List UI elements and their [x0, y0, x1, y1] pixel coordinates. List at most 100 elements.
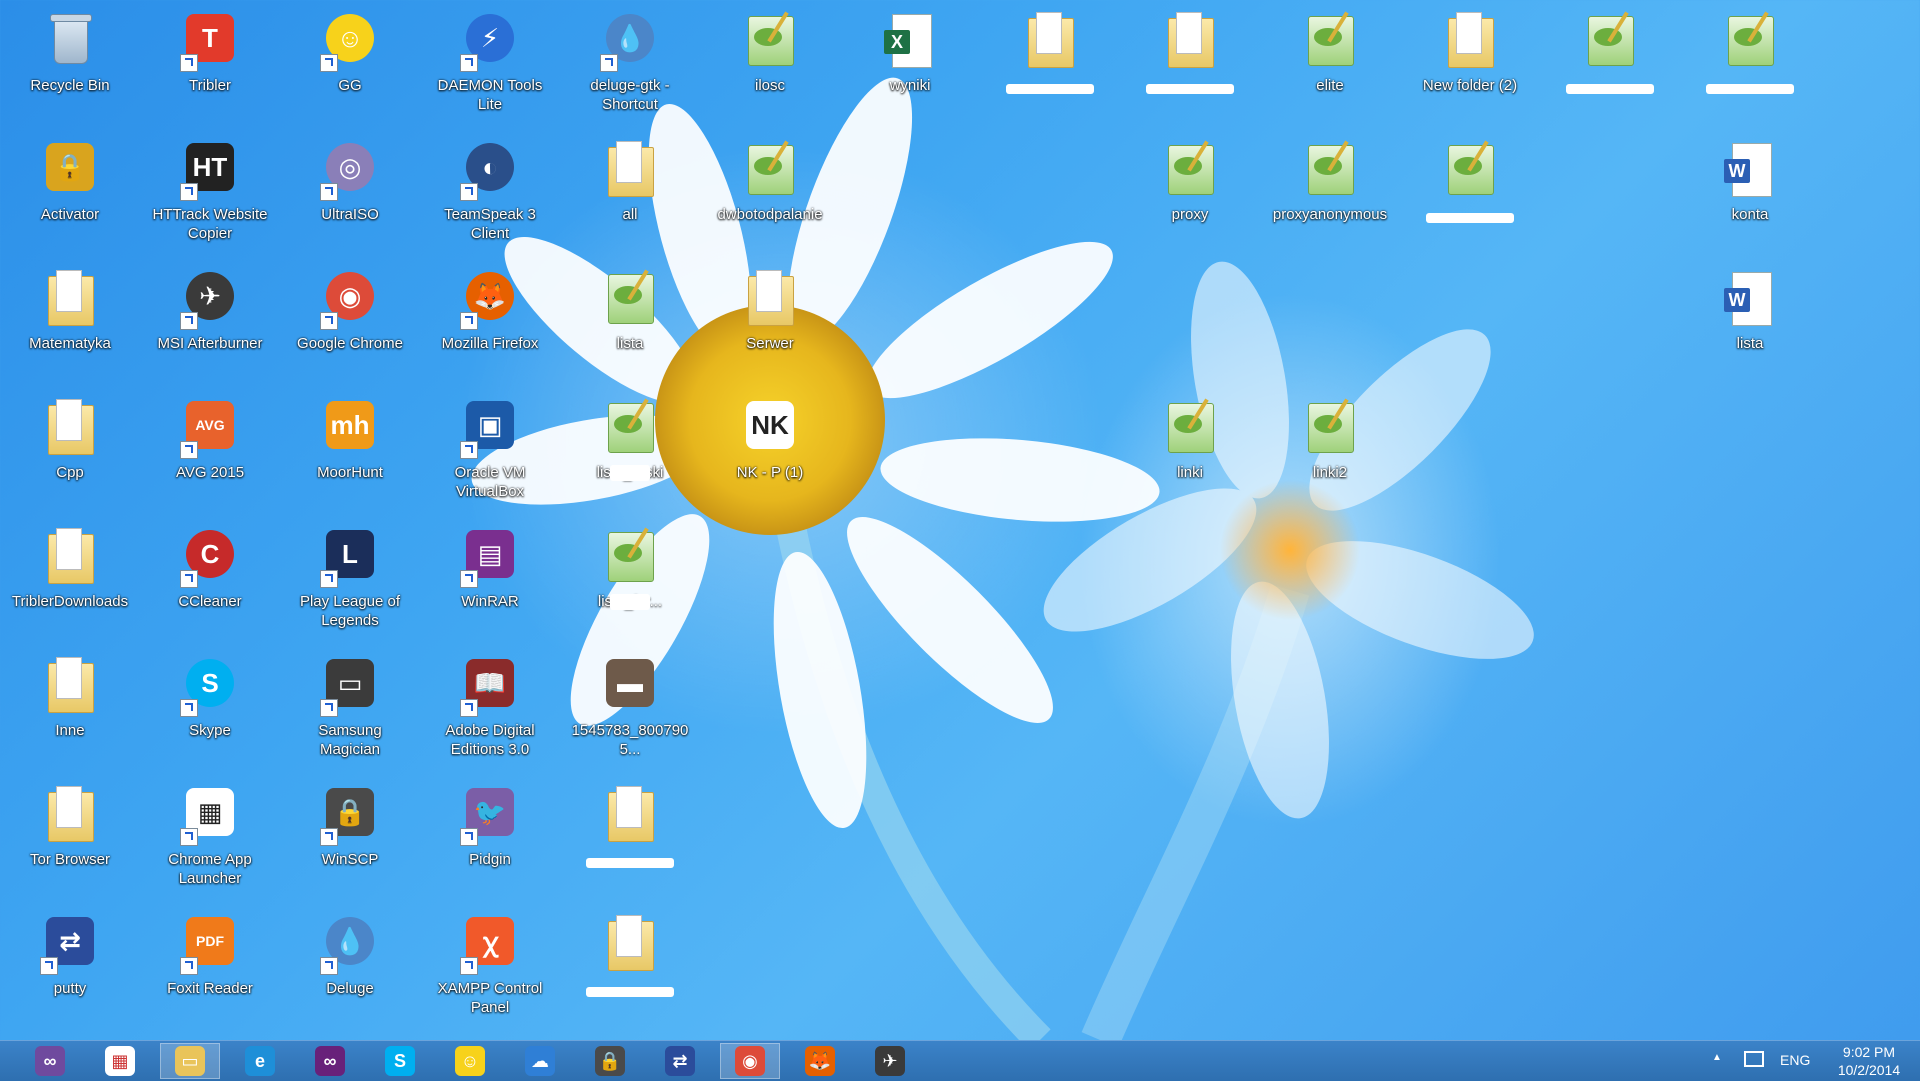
desktop-icon-activator[interactable]: 🔒 Activator	[8, 131, 132, 251]
desktop-icon-gg[interactable]: ☺ GG	[288, 2, 412, 122]
desktop-icon-deluge-gtk[interactable]: 💧 deluge-gtk - Shortcut	[568, 2, 692, 122]
desktop-icon-linki2[interactable]: linki2	[1268, 389, 1392, 509]
desktop-icon-folder-redacted-3[interactable]	[568, 776, 692, 896]
desktop-icon-msi-afterburner[interactable]: ✈ MSI Afterburner	[148, 260, 272, 380]
desktop-icon-label: Skype	[189, 722, 231, 739]
taskbar-button-file-explorer[interactable]: ▭	[160, 1043, 220, 1079]
ccleaner-icon: C	[178, 524, 242, 588]
desktop-icon-xampp[interactable]: ꭓ XAMPP Control Panel	[428, 905, 552, 1025]
taskbar-button-putty[interactable]: ⇄	[650, 1043, 710, 1079]
desktop-icon-winscp[interactable]: 🔒 WinSCP	[288, 776, 412, 896]
desktop-icon-daemon-tools[interactable]: ⚡ DAEMON Tools Lite	[428, 2, 552, 122]
desktop-icon-folder-redacted-4[interactable]	[568, 905, 692, 1025]
desktop-icon-foxit[interactable]: PDF Foxit Reader	[148, 905, 272, 1025]
desktop-icon-recycle-bin[interactable]: Recycle Bin	[8, 2, 132, 122]
desktop-icon-cpp[interactable]: Cpp	[8, 389, 132, 509]
taskbar-button-app-launcher[interactable]: ▦	[90, 1043, 150, 1079]
desktop-icon-adobe-de[interactable]: 📖 Adobe Digital Editions 3.0	[428, 647, 552, 767]
desktop-icon-lista-ruski[interactable]: lista_ruski	[568, 389, 692, 509]
taskbar-button-chrome[interactable]: ◉	[720, 1043, 780, 1079]
desktop-icon-label: lista	[616, 335, 644, 352]
httrack-icon: HT	[178, 137, 242, 201]
folder-icon	[1438, 8, 1502, 72]
taskbar-button-visual-studio-old[interactable]: ∞	[20, 1043, 80, 1079]
desktop-icon-konta[interactable]: Wkonta	[1688, 131, 1812, 251]
desktop-icon-virtualbox[interactable]: ▣ Oracle VM VirtualBox	[428, 389, 552, 509]
excel-spreadsheet-icon: X	[878, 8, 942, 72]
desktop-icon-serwer[interactable]: Serwer	[708, 260, 832, 380]
pidgin-icon: 🐦	[458, 782, 522, 846]
clock-date[interactable]: 10/2/2014	[1826, 1062, 1912, 1078]
desktop-icon-dwbotodpalanie[interactable]: dwbotodpalanie	[708, 131, 832, 251]
desktop-icon-league[interactable]: L Play League of Legends	[288, 518, 412, 638]
desktop-icon-inne[interactable]: Inne	[8, 647, 132, 767]
desktop-icon-np-redacted-3[interactable]	[1408, 131, 1532, 251]
taskbar-button-firefox[interactable]: 🦊	[790, 1043, 850, 1079]
desktop-icon-triblerdownloads[interactable]: TriblerDownloads	[8, 518, 132, 638]
desktop-icon-ilosc[interactable]: ilosc	[708, 2, 832, 122]
desktop-icon-proxyanonymous[interactable]: proxyanonymous	[1268, 131, 1392, 251]
desktop-icon-linki[interactable]: linki	[1128, 389, 1252, 509]
taskbar-button-visual-studio[interactable]: ∞	[300, 1043, 360, 1079]
desktop-icon-img-1545783[interactable]: ▬ 1545783_8007905...	[568, 647, 692, 767]
desktop-icon-lista-word[interactable]: Wlista	[1688, 260, 1812, 380]
desktop-icon-ccleaner[interactable]: C CCleaner	[148, 518, 272, 638]
desktop-icon-winrar[interactable]: ▤ WinRAR	[428, 518, 552, 638]
moorhunt-icon: mh	[318, 395, 382, 459]
taskbar-button-internet-explorer[interactable]: e	[230, 1043, 290, 1079]
desktop-icon-teamspeak[interactable]: ◐ TeamSpeak 3 Client	[428, 131, 552, 251]
desktop-icon-label: XAMPP Control Panel	[437, 980, 543, 1016]
visual-studio-old-icon: ∞	[35, 1046, 65, 1076]
shortcut-arrow-icon	[180, 699, 198, 717]
desktop-icon-tor-browser[interactable]: Tor Browser	[8, 776, 132, 896]
img-1545783-icon: ▬	[598, 653, 662, 717]
desktop-icon-mozilla-firefox[interactable]: 🦊 Mozilla Firefox	[428, 260, 552, 380]
desktop-icon-avg-2015[interactable]: AVG AVG 2015	[148, 389, 272, 509]
clock-time[interactable]: 9:02 PM	[1836, 1044, 1902, 1060]
desktop-icon-lista-np[interactable]: lista	[568, 260, 692, 380]
network-icon[interactable]	[1744, 1051, 1764, 1067]
desktop-icon-np-redacted-1[interactable]	[1548, 2, 1672, 122]
desktop-icon-nk-p1[interactable]: NK NK - P (1)	[708, 389, 832, 509]
desktop-icon-new-folder-2[interactable]: New folder (2)	[1408, 2, 1532, 122]
desktop-icon-all[interactable]: all	[568, 131, 692, 251]
desktop-icon-label: proxy	[1171, 206, 1209, 223]
desktop-icon-matematyka[interactable]: Matematyka	[8, 260, 132, 380]
chrome-app-launcher-icon: ▦	[178, 782, 242, 846]
shortcut-arrow-icon	[460, 957, 478, 975]
folder-icon	[598, 782, 662, 846]
desktop-icon-putty[interactable]: ⇄ putty	[8, 905, 132, 1025]
desktop-icon-pidgin[interactable]: 🐦 Pidgin	[428, 776, 552, 896]
desktop-icon-ultraiso[interactable]: ◎ UltraISO	[288, 131, 412, 251]
tray-overflow-chevron[interactable]: ▲	[1712, 1052, 1722, 1063]
desktop-icon-label: Tribler	[189, 77, 231, 94]
desktop-icon-label: Pidgin	[469, 851, 511, 868]
desktop-icon-httrack[interactable]: HT HTTrack Website Copier	[148, 131, 272, 251]
msi-afterburner-icon: ✈	[875, 1046, 905, 1076]
gg-icon: ☺	[455, 1046, 485, 1076]
desktop-icon-np-redacted-2[interactable]	[1688, 2, 1812, 122]
desktop-icon-folder-redacted-1[interactable]	[988, 2, 1112, 122]
desktop-icon-label: Inne	[55, 722, 85, 739]
desktop-icon-lista-for[interactable]: lista_for...	[568, 518, 692, 638]
taskbar-button-gg[interactable]: ☺	[440, 1043, 500, 1079]
desktop-icon-moorhunt[interactable]: mh MoorHunt	[288, 389, 412, 509]
taskbar-button-winscp[interactable]: 🔒	[580, 1043, 640, 1079]
input-language[interactable]: ENG	[1780, 1052, 1810, 1068]
desktop-icon-skype[interactable]: S Skype	[148, 647, 272, 767]
desktop-icon-chrome-app-launcher[interactable]: ▦ Chrome App Launcher	[148, 776, 272, 896]
desktop-icon-tribler[interactable]: T Tribler	[148, 2, 272, 122]
desktop-icon-label: TeamSpeak 3 Client	[444, 206, 536, 242]
desktop-icon-samsung-magician[interactable]: ▭ Samsung Magician	[288, 647, 412, 767]
taskbar-button-skype[interactable]: S	[370, 1043, 430, 1079]
desktop-icon-folder-redacted-2[interactable]	[1128, 2, 1252, 122]
desktop-icon-google-chrome[interactable]: ◉ Google Chrome	[288, 260, 412, 380]
taskbar-button-msi-afterburner[interactable]: ✈	[860, 1043, 920, 1079]
taskbar-button-onedrive[interactable]: ☁	[510, 1043, 570, 1079]
desktop-icon-label: lista	[1736, 335, 1764, 352]
desktop-icon-wyniki[interactable]: Xwyniki	[848, 2, 972, 122]
desktop-icon-label: Foxit Reader	[167, 980, 253, 997]
desktop-icon-elite[interactable]: elite	[1268, 2, 1392, 122]
desktop-icon-proxy[interactable]: proxy	[1128, 131, 1252, 251]
desktop-icon-deluge[interactable]: 💧 Deluge	[288, 905, 412, 1025]
